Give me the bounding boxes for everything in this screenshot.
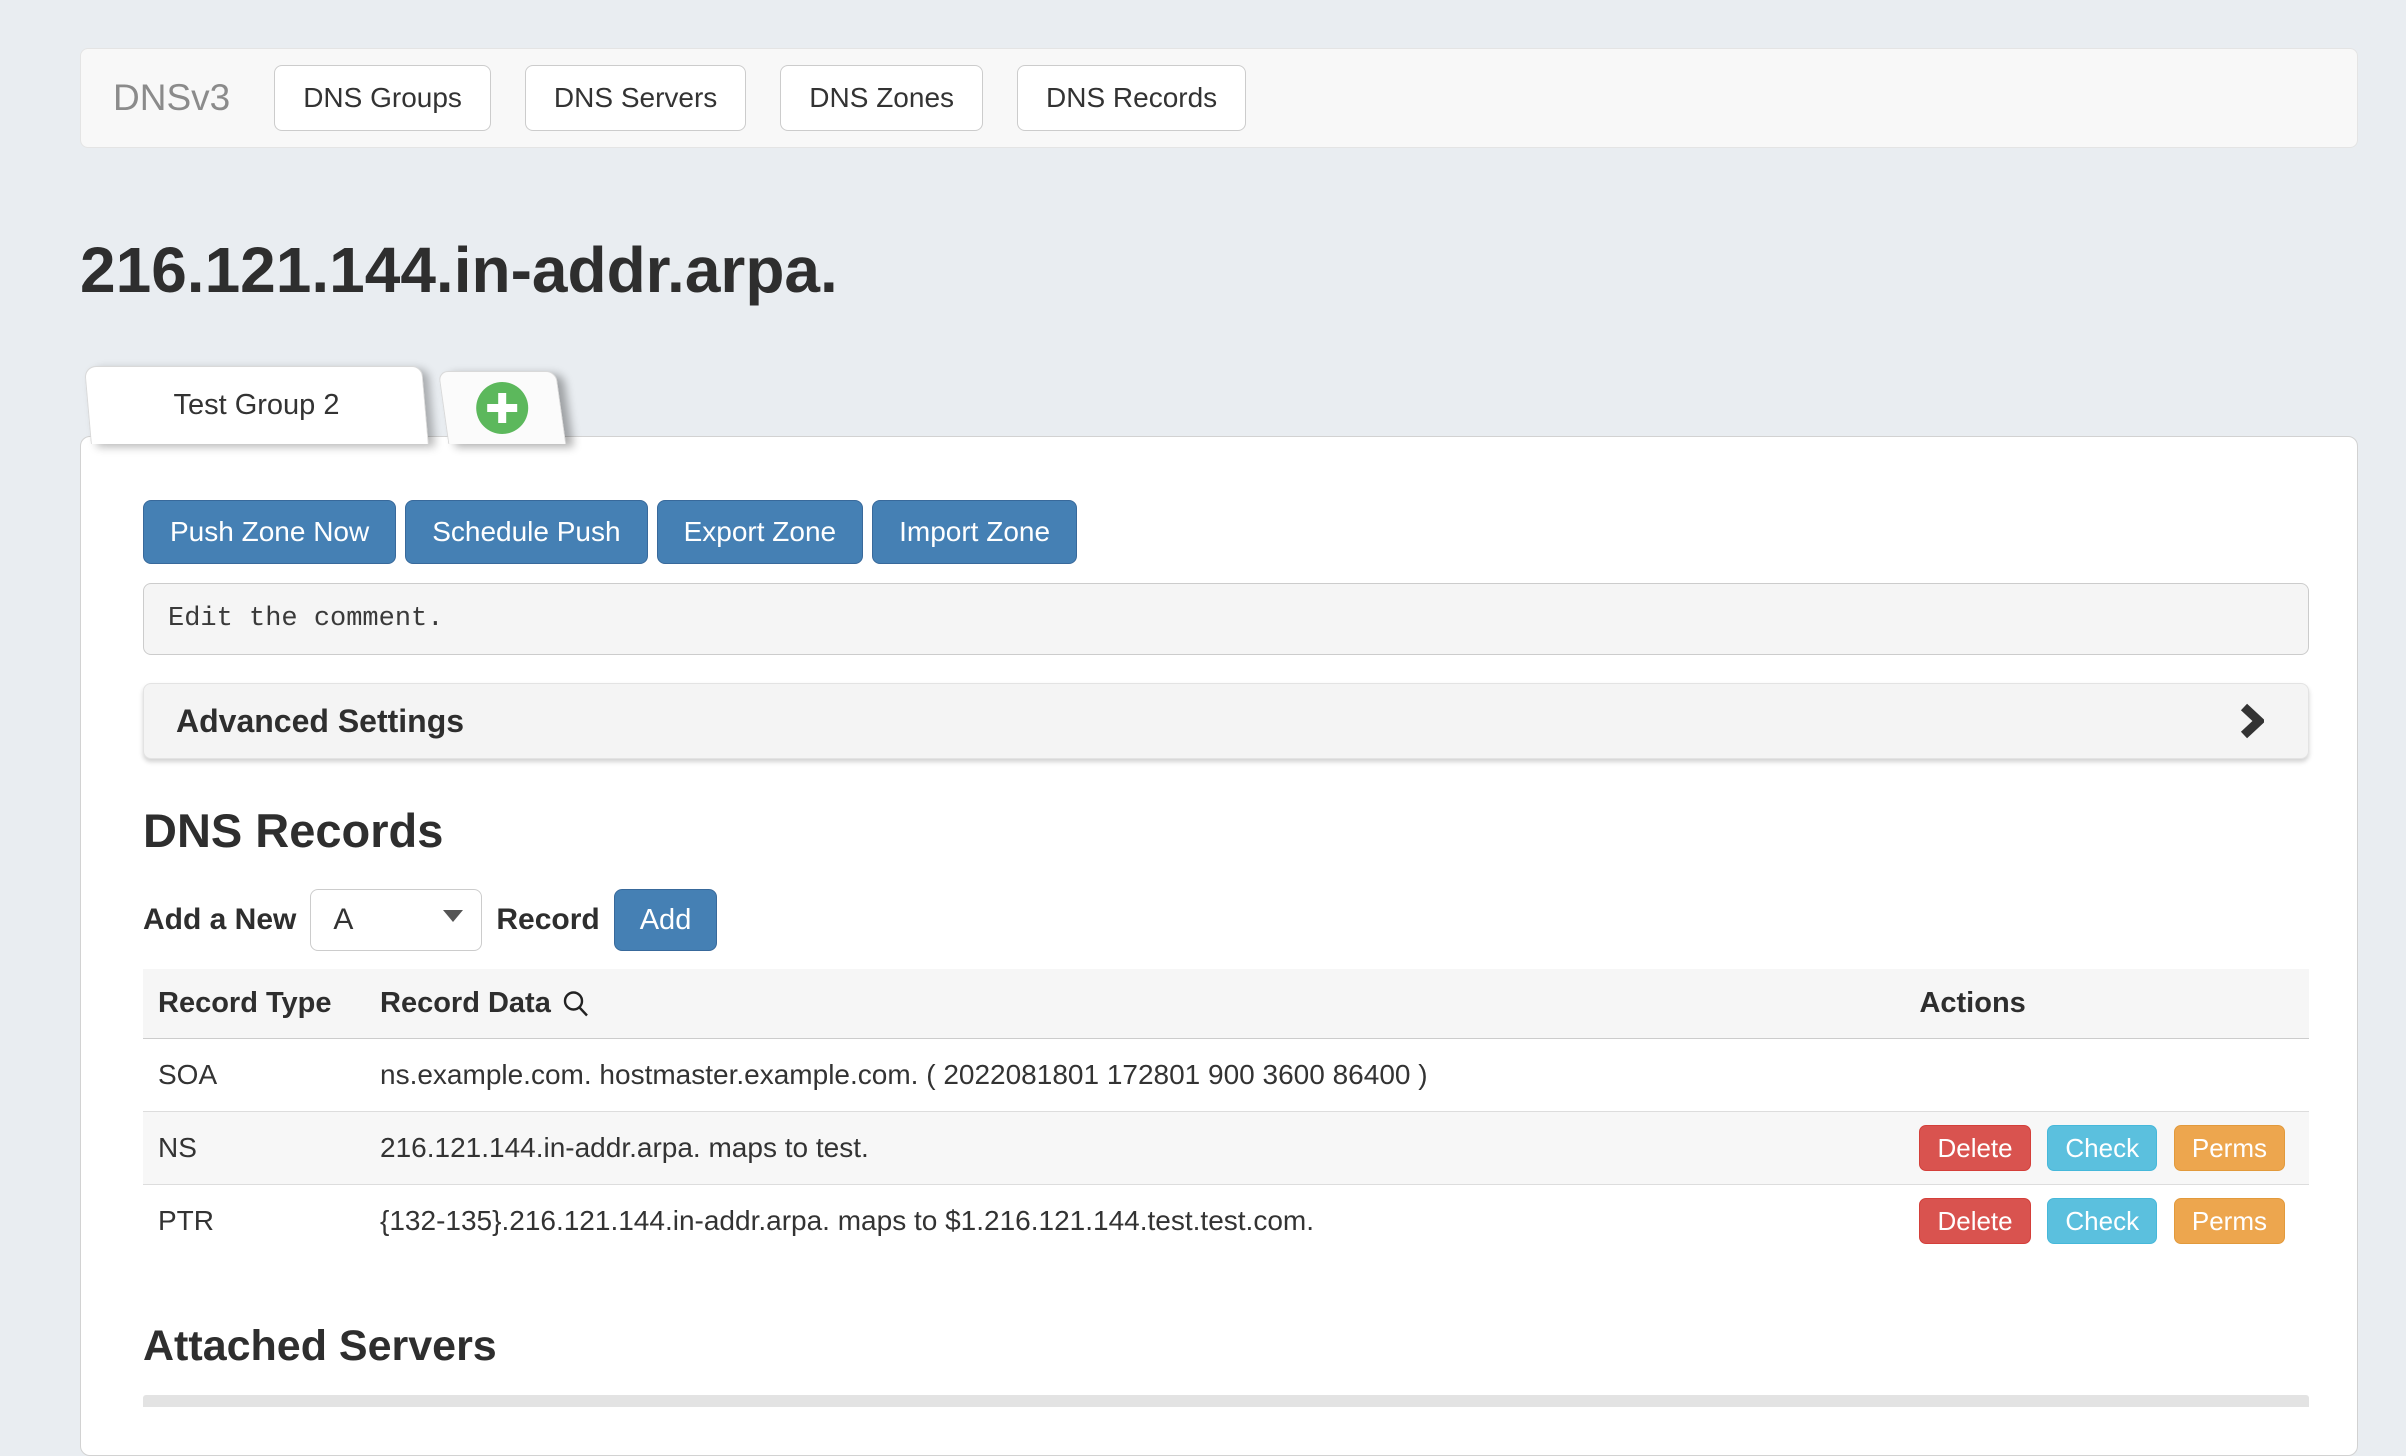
search-icon[interactable] bbox=[561, 989, 591, 1019]
schedule-push-label: Schedule Push bbox=[432, 516, 620, 548]
delete-button[interactable]: Delete bbox=[1919, 1125, 2030, 1171]
record-actions-cell bbox=[1904, 1039, 2309, 1112]
nav-dns-groups-button[interactable]: DNS Groups bbox=[274, 65, 491, 131]
export-zone-label: Export Zone bbox=[684, 516, 837, 548]
attached-servers-table-header bbox=[143, 1395, 2309, 1407]
add-record-suffix-label: Record bbox=[496, 903, 599, 937]
record-type-selected-value: A bbox=[333, 903, 353, 937]
advanced-settings-label: Advanced Settings bbox=[176, 703, 464, 740]
plus-circle-icon bbox=[475, 381, 529, 435]
brand-link[interactable]: DNSv3 bbox=[113, 77, 230, 119]
tab-bar: Test Group 2 bbox=[80, 366, 2358, 444]
col-record-data-label: Record Data bbox=[380, 987, 551, 1020]
export-zone-button[interactable]: Export Zone bbox=[657, 500, 864, 564]
tab-test-group-2[interactable]: Test Group 2 bbox=[84, 366, 429, 444]
tab-test-group-2-label: Test Group 2 bbox=[173, 389, 339, 422]
zone-comment-value: Edit the comment. bbox=[168, 604, 443, 634]
perms-button[interactable]: Perms bbox=[2174, 1125, 2285, 1171]
nav-dns-records-label: DNS Records bbox=[1046, 82, 1217, 114]
record-data-cell: ns.example.com. hostmaster.example.com. … bbox=[365, 1039, 1904, 1112]
record-type-cell: NS bbox=[143, 1112, 365, 1185]
add-record-button-label: Add bbox=[640, 904, 692, 937]
record-data-cell: 216.121.144.in-addr.arpa. maps to test. bbox=[365, 1112, 1904, 1185]
check-button[interactable]: Check bbox=[2047, 1125, 2157, 1171]
record-row-soa: SOA ns.example.com. hostmaster.example.c… bbox=[143, 1039, 2309, 1112]
top-navbar: DNSv3 DNS Groups DNS Servers DNS Zones D… bbox=[80, 48, 2358, 148]
zone-action-buttons: Push Zone Now Schedule Push Export Zone … bbox=[143, 500, 2309, 564]
add-record-button[interactable]: Add bbox=[614, 889, 718, 951]
record-actions-cell: Delete Check Perms bbox=[1904, 1112, 2309, 1185]
nav-dns-records-button[interactable]: DNS Records bbox=[1017, 65, 1246, 131]
nav-dns-servers-label: DNS Servers bbox=[554, 82, 717, 114]
dns-records-heading: DNS Records bbox=[143, 803, 2309, 859]
record-row-ptr: PTR {132-135}.216.121.144.in-addr.arpa. … bbox=[143, 1185, 2309, 1258]
import-zone-label: Import Zone bbox=[899, 516, 1050, 548]
advanced-settings-toggle[interactable]: Advanced Settings bbox=[143, 683, 2309, 759]
record-actions-cell: Delete Check Perms bbox=[1904, 1185, 2309, 1258]
attached-servers-heading: Attached Servers bbox=[143, 1321, 2309, 1371]
select-caret-icon bbox=[443, 910, 463, 922]
add-record-prefix-label: Add a New bbox=[143, 903, 296, 937]
schedule-push-button[interactable]: Schedule Push bbox=[405, 500, 647, 564]
nav-dns-servers-button[interactable]: DNS Servers bbox=[525, 65, 746, 131]
nav-dns-zones-button[interactable]: DNS Zones bbox=[780, 65, 983, 131]
col-record-data: Record Data bbox=[365, 969, 1904, 1039]
zone-comment-input[interactable]: Edit the comment. bbox=[143, 583, 2309, 655]
record-data-cell: {132-135}.216.121.144.in-addr.arpa. maps… bbox=[365, 1185, 1904, 1258]
record-type-cell: PTR bbox=[143, 1185, 365, 1258]
dns-records-table: Record Type Record Data Ac bbox=[143, 969, 2309, 1257]
col-record-type: Record Type bbox=[143, 969, 365, 1039]
group-panel: Push Zone Now Schedule Push Export Zone … bbox=[80, 436, 2358, 1456]
chevron-right-icon bbox=[2240, 701, 2264, 741]
record-type-cell: SOA bbox=[143, 1039, 365, 1112]
delete-button[interactable]: Delete bbox=[1919, 1198, 2030, 1244]
import-zone-button[interactable]: Import Zone bbox=[872, 500, 1077, 564]
add-record-row: Add a New A Record Add bbox=[143, 889, 2309, 951]
push-zone-now-button[interactable]: Push Zone Now bbox=[143, 500, 396, 564]
record-row-ns: NS 216.121.144.in-addr.arpa. maps to tes… bbox=[143, 1112, 2309, 1185]
nav-dns-groups-label: DNS Groups bbox=[303, 82, 462, 114]
records-header-row: Record Type Record Data Ac bbox=[143, 969, 2309, 1039]
push-zone-now-label: Push Zone Now bbox=[170, 516, 369, 548]
perms-button[interactable]: Perms bbox=[2174, 1198, 2285, 1244]
record-type-select[interactable]: A bbox=[310, 889, 482, 951]
col-actions: Actions bbox=[1904, 969, 2309, 1039]
add-group-tab-button[interactable] bbox=[438, 371, 566, 444]
page-title: 216.121.144.in-addr.arpa. bbox=[80, 230, 2358, 310]
check-button[interactable]: Check bbox=[2047, 1198, 2157, 1244]
nav-dns-zones-label: DNS Zones bbox=[809, 82, 954, 114]
